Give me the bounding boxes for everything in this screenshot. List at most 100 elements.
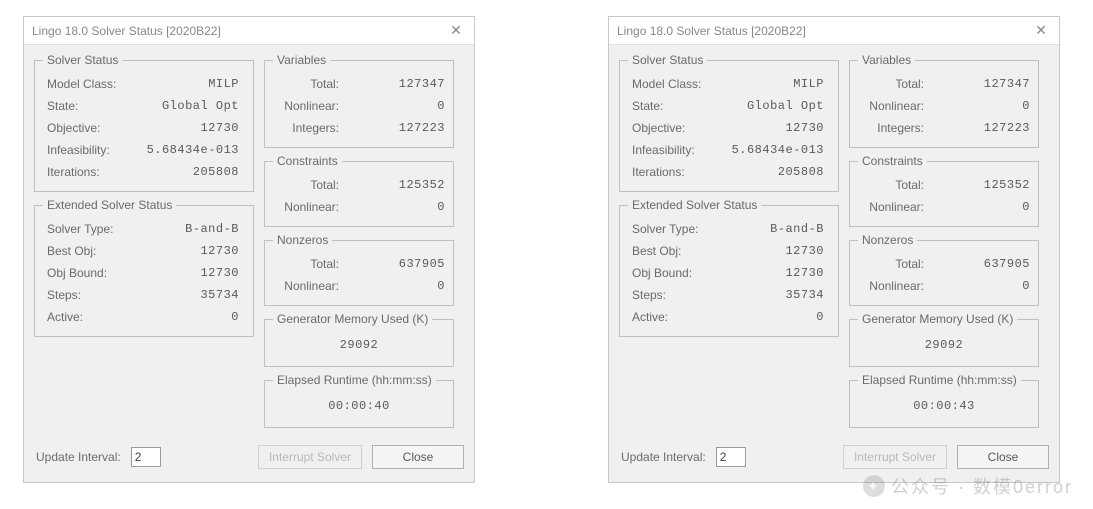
label-vars-integers: Integers: bbox=[273, 121, 345, 135]
value-objective: 12730 bbox=[708, 121, 830, 135]
group-legend: Variables bbox=[858, 53, 915, 67]
interrupt-solver-button[interactable]: Interrupt Solver bbox=[843, 445, 947, 469]
group-generator-memory: Generator Memory Used (K) 29092 bbox=[849, 312, 1039, 367]
label-best-obj: Best Obj: bbox=[628, 244, 708, 258]
value-infeasibility: 5.68434e-013 bbox=[123, 143, 245, 157]
close-icon[interactable]: ✕ bbox=[1031, 22, 1051, 39]
label-nz-total: Total: bbox=[858, 257, 930, 271]
label-vars-nonlinear: Nonlinear: bbox=[273, 99, 345, 113]
label-model-class: Model Class: bbox=[43, 77, 123, 91]
label-cons-nonlinear: Nonlinear: bbox=[858, 200, 930, 214]
close-button[interactable]: Close bbox=[957, 445, 1049, 469]
value-obj-bound: 12730 bbox=[708, 266, 830, 280]
group-solver-status: Solver Status Model Class:MILP State:Glo… bbox=[34, 53, 254, 192]
value-solver-type: B-and-B bbox=[708, 222, 830, 236]
label-nz-total: Total: bbox=[273, 257, 345, 271]
value-vars-integers: 127223 bbox=[345, 121, 445, 135]
group-legend: Extended Solver Status bbox=[43, 198, 176, 212]
value-nz-nonlinear: 0 bbox=[345, 279, 445, 293]
close-icon[interactable]: ✕ bbox=[446, 22, 466, 39]
update-interval-input[interactable] bbox=[131, 447, 161, 467]
value-steps: 35734 bbox=[708, 288, 830, 302]
value-generator-memory: 29092 bbox=[273, 332, 445, 358]
group-elapsed-runtime: Elapsed Runtime (hh:mm:ss) 00:00:43 bbox=[849, 373, 1039, 428]
group-legend: Nonzeros bbox=[273, 233, 332, 247]
label-infeasibility: Infeasibility: bbox=[628, 143, 708, 157]
label-state: State: bbox=[43, 99, 123, 113]
titlebar[interactable]: Lingo 18.0 Solver Status [2020B22] ✕ bbox=[609, 17, 1059, 45]
group-constraints: Constraints Total:125352 Nonlinear:0 bbox=[264, 154, 454, 227]
label-obj-bound: Obj Bound: bbox=[43, 266, 123, 280]
group-legend: Constraints bbox=[858, 154, 927, 168]
group-variables: Variables Total:127347 Nonlinear:0 Integ… bbox=[849, 53, 1039, 148]
value-best-obj: 12730 bbox=[123, 244, 245, 258]
value-state: Global Opt bbox=[123, 99, 245, 113]
value-cons-nonlinear: 0 bbox=[930, 200, 1030, 214]
label-infeasibility: Infeasibility: bbox=[43, 143, 123, 157]
label-steps: Steps: bbox=[43, 288, 123, 302]
value-cons-total: 125352 bbox=[345, 178, 445, 192]
label-objective: Objective: bbox=[43, 121, 123, 135]
group-constraints: Constraints Total:125352 Nonlinear:0 bbox=[849, 154, 1039, 227]
value-best-obj: 12730 bbox=[708, 244, 830, 258]
label-update-interval: Update Interval: bbox=[621, 450, 706, 464]
value-elapsed-runtime: 00:00:43 bbox=[858, 393, 1030, 419]
value-elapsed-runtime: 00:00:40 bbox=[273, 393, 445, 419]
group-legend: Generator Memory Used (K) bbox=[273, 312, 432, 326]
group-elapsed-runtime: Elapsed Runtime (hh:mm:ss) 00:00:40 bbox=[264, 373, 454, 428]
value-iterations: 205808 bbox=[123, 165, 245, 179]
window-title: Lingo 18.0 Solver Status [2020B22] bbox=[617, 24, 1031, 38]
label-obj-bound: Obj Bound: bbox=[628, 266, 708, 280]
label-active: Active: bbox=[43, 310, 123, 324]
label-iterations: Iterations: bbox=[43, 165, 123, 179]
group-legend: Constraints bbox=[273, 154, 342, 168]
value-nz-nonlinear: 0 bbox=[930, 279, 1030, 293]
value-vars-nonlinear: 0 bbox=[345, 99, 445, 113]
group-legend: Extended Solver Status bbox=[628, 198, 761, 212]
value-cons-total: 125352 bbox=[930, 178, 1030, 192]
label-active: Active: bbox=[628, 310, 708, 324]
value-steps: 35734 bbox=[123, 288, 245, 302]
value-cons-nonlinear: 0 bbox=[345, 200, 445, 214]
label-state: State: bbox=[628, 99, 708, 113]
group-generator-memory: Generator Memory Used (K) 29092 bbox=[264, 312, 454, 367]
value-nz-total: 637905 bbox=[345, 257, 445, 271]
value-obj-bound: 12730 bbox=[123, 266, 245, 280]
group-legend: Nonzeros bbox=[858, 233, 917, 247]
group-variables: Variables Total:127347 Nonlinear:0 Integ… bbox=[264, 53, 454, 148]
value-solver-type: B-and-B bbox=[123, 222, 245, 236]
value-active: 0 bbox=[708, 310, 830, 324]
label-model-class: Model Class: bbox=[628, 77, 708, 91]
label-cons-total: Total: bbox=[858, 178, 930, 192]
value-model-class: MILP bbox=[708, 77, 830, 91]
value-iterations: 205808 bbox=[708, 165, 830, 179]
label-nz-nonlinear: Nonlinear: bbox=[273, 279, 345, 293]
titlebar[interactable]: Lingo 18.0 Solver Status [2020B22] ✕ bbox=[24, 17, 474, 45]
label-best-obj: Best Obj: bbox=[43, 244, 123, 258]
label-update-interval: Update Interval: bbox=[36, 450, 121, 464]
label-solver-type: Solver Type: bbox=[43, 222, 123, 236]
group-solver-status: Solver Status Model Class:MILP State:Glo… bbox=[619, 53, 839, 192]
interrupt-solver-button[interactable]: Interrupt Solver bbox=[258, 445, 362, 469]
close-button[interactable]: Close bbox=[372, 445, 464, 469]
value-vars-total: 127347 bbox=[930, 77, 1030, 91]
value-state: Global Opt bbox=[708, 99, 830, 113]
label-cons-total: Total: bbox=[273, 178, 345, 192]
value-vars-integers: 127223 bbox=[930, 121, 1030, 135]
label-vars-nonlinear: Nonlinear: bbox=[858, 99, 930, 113]
label-vars-total: Total: bbox=[858, 77, 930, 91]
solver-status-dialog: Lingo 18.0 Solver Status [2020B22] ✕ Sol… bbox=[608, 16, 1060, 483]
group-nonzeros: Nonzeros Total:637905 Nonlinear:0 bbox=[264, 233, 454, 306]
group-legend: Solver Status bbox=[43, 53, 122, 67]
update-interval-input[interactable] bbox=[716, 447, 746, 467]
group-legend: Solver Status bbox=[628, 53, 707, 67]
value-vars-total: 127347 bbox=[345, 77, 445, 91]
label-solver-type: Solver Type: bbox=[628, 222, 708, 236]
group-nonzeros: Nonzeros Total:637905 Nonlinear:0 bbox=[849, 233, 1039, 306]
value-objective: 12730 bbox=[123, 121, 245, 135]
group-legend: Generator Memory Used (K) bbox=[858, 312, 1017, 326]
label-steps: Steps: bbox=[628, 288, 708, 302]
value-infeasibility: 5.68434e-013 bbox=[708, 143, 830, 157]
group-extended-solver-status: Extended Solver Status Solver Type:B-and… bbox=[34, 198, 254, 337]
label-vars-total: Total: bbox=[273, 77, 345, 91]
